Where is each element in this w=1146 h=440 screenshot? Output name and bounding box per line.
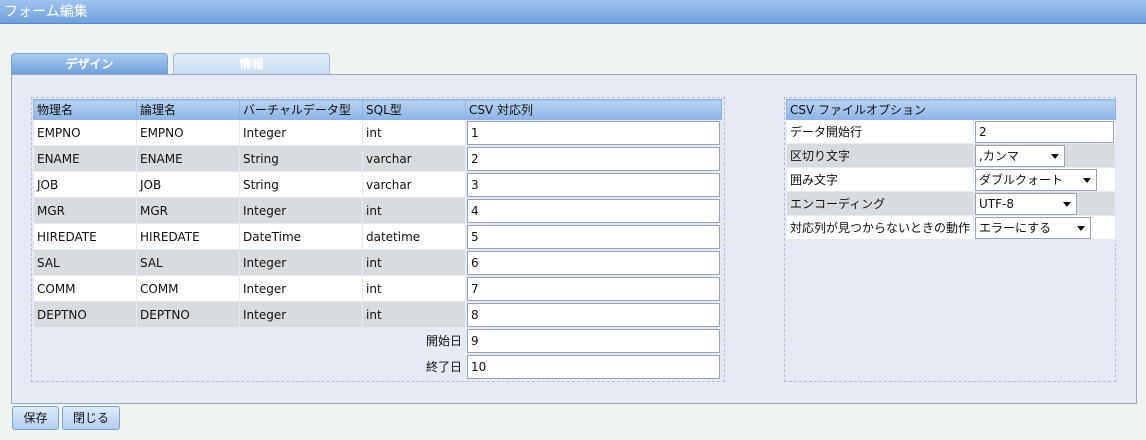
extra-label: 終了日 — [33, 353, 466, 380]
quote-value: ダブルクォート — [979, 172, 1064, 187]
logical-name-cell: COMM — [136, 275, 240, 302]
physical-name-cell: MGR — [33, 197, 137, 224]
logical-name-cell: HIREDATE — [136, 223, 240, 250]
csv-options-table: CSV ファイルオプション データ開始行 2 区切り文字 ,カンマ 囲み文字 ダ… — [785, 99, 1117, 240]
sql-type-cell: varchar — [362, 145, 466, 172]
virtual-type-cell: Integer — [239, 249, 363, 276]
header-csv-column: CSV 対応列 — [465, 99, 722, 120]
sql-type-cell: varchar — [362, 171, 466, 198]
csv-column-input[interactable]: 9 — [467, 328, 720, 353]
delimiter-value: ,カンマ — [979, 148, 1019, 163]
missing-action-label: 対応列が見つからないときの動作 — [785, 215, 975, 240]
csv-column-input[interactable]: 5 — [467, 224, 720, 249]
virtual-type-cell: Integer — [239, 197, 363, 224]
encoding-select[interactable]: UTF-8 — [975, 192, 1078, 215]
physical-name-cell: COMM — [33, 275, 137, 302]
physical-name-cell: HIREDATE — [33, 223, 137, 250]
physical-name-cell: EMPNO — [33, 119, 137, 146]
virtual-type-cell: Integer — [239, 119, 363, 146]
sql-type-cell: int — [362, 249, 466, 276]
missing-action-value: エラーにする — [979, 220, 1052, 235]
physical-name-cell: JOB — [33, 171, 137, 198]
header-logical-name: 論理名 — [136, 99, 240, 120]
csv-column-input[interactable]: 6 — [467, 250, 720, 275]
close-button[interactable]: 閉じる — [62, 406, 120, 430]
start-row-input[interactable]: 2 — [975, 120, 1115, 143]
table-row: MGR MGR Integer int 4 — [33, 197, 722, 224]
chevron-down-icon — [1063, 201, 1072, 207]
logical-name-cell: SAL — [136, 249, 240, 276]
logical-name-cell: MGR — [136, 197, 240, 224]
encoding-label: エンコーディング — [785, 191, 975, 216]
chevron-down-icon — [1077, 225, 1086, 231]
sql-type-cell: int — [362, 275, 466, 302]
table-row: HIREDATE HIREDATE DateTime datetime 5 — [33, 223, 722, 250]
table-row: SAL SAL Integer int 6 — [33, 249, 722, 276]
virtual-type-cell: String — [239, 171, 363, 198]
table-row: DEPTNO DEPTNO Integer int 8 — [33, 301, 722, 328]
table-row: EMPNO EMPNO Integer int 1 — [33, 119, 722, 146]
delimiter-select[interactable]: ,カンマ — [975, 144, 1066, 167]
columns-header-row: 物理名 論理名 バーチャルデータ型 SQL型 CSV 対応列 — [33, 99, 722, 120]
tab-info[interactable]: 情報 — [173, 53, 330, 75]
window-title: フォーム編集 — [0, 0, 1146, 24]
header-virtual-type: バーチャルデータ型 — [239, 99, 363, 120]
sql-type-cell: int — [362, 119, 466, 146]
physical-name-cell: SAL — [33, 249, 137, 276]
physical-name-cell: ENAME — [33, 145, 137, 172]
delimiter-label: 区切り文字 — [785, 143, 975, 168]
save-button[interactable]: 保存 — [12, 406, 59, 430]
virtual-type-cell: String — [239, 145, 363, 172]
header-physical-name: 物理名 — [33, 99, 137, 120]
csv-column-input[interactable]: 8 — [467, 302, 720, 327]
virtual-type-cell: DateTime — [239, 223, 363, 250]
logical-name-cell: EMPNO — [136, 119, 240, 146]
table-row: ENAME ENAME String varchar 2 — [33, 145, 722, 172]
logical-name-cell: JOB — [136, 171, 240, 198]
quote-label: 囲み文字 — [785, 167, 975, 192]
csv-column-input[interactable]: 7 — [467, 276, 720, 301]
csv-options-header: CSV ファイルオプション — [785, 99, 1117, 120]
extra-label: 開始日 — [33, 327, 466, 354]
encoding-value: UTF-8 — [979, 196, 1014, 211]
csv-column-input[interactable]: 2 — [467, 146, 720, 171]
sql-type-cell: int — [362, 301, 466, 328]
virtual-type-cell: Integer — [239, 301, 363, 328]
missing-action-select[interactable]: エラーにする — [975, 216, 1092, 239]
table-row: COMM COMM Integer int 7 — [33, 275, 722, 302]
tab-design[interactable]: デザイン — [11, 53, 168, 75]
extra-row: 終了日 10 — [33, 353, 722, 380]
chevron-down-icon — [1051, 153, 1060, 159]
csv-column-input[interactable]: 1 — [467, 120, 720, 145]
extra-row: 開始日 9 — [33, 327, 722, 354]
logical-name-cell: DEPTNO — [136, 301, 240, 328]
table-row: JOB JOB String varchar 3 — [33, 171, 722, 198]
chevron-down-icon — [1083, 177, 1092, 183]
sql-type-cell: int — [362, 197, 466, 224]
start-row-label: データ開始行 — [785, 119, 975, 144]
logical-name-cell: ENAME — [136, 145, 240, 172]
csv-column-input[interactable]: 3 — [467, 172, 720, 197]
quote-select[interactable]: ダブルクォート — [975, 168, 1098, 191]
csv-column-input[interactable]: 4 — [467, 198, 720, 223]
header-sql-type: SQL型 — [362, 99, 466, 120]
sql-type-cell: datetime — [362, 223, 466, 250]
virtual-type-cell: Integer — [239, 275, 363, 302]
physical-name-cell: DEPTNO — [33, 301, 137, 328]
csv-column-input[interactable]: 10 — [467, 354, 720, 379]
columns-table: 物理名 論理名 バーチャルデータ型 SQL型 CSV 対応列 EMPNO EMPN… — [33, 99, 722, 380]
